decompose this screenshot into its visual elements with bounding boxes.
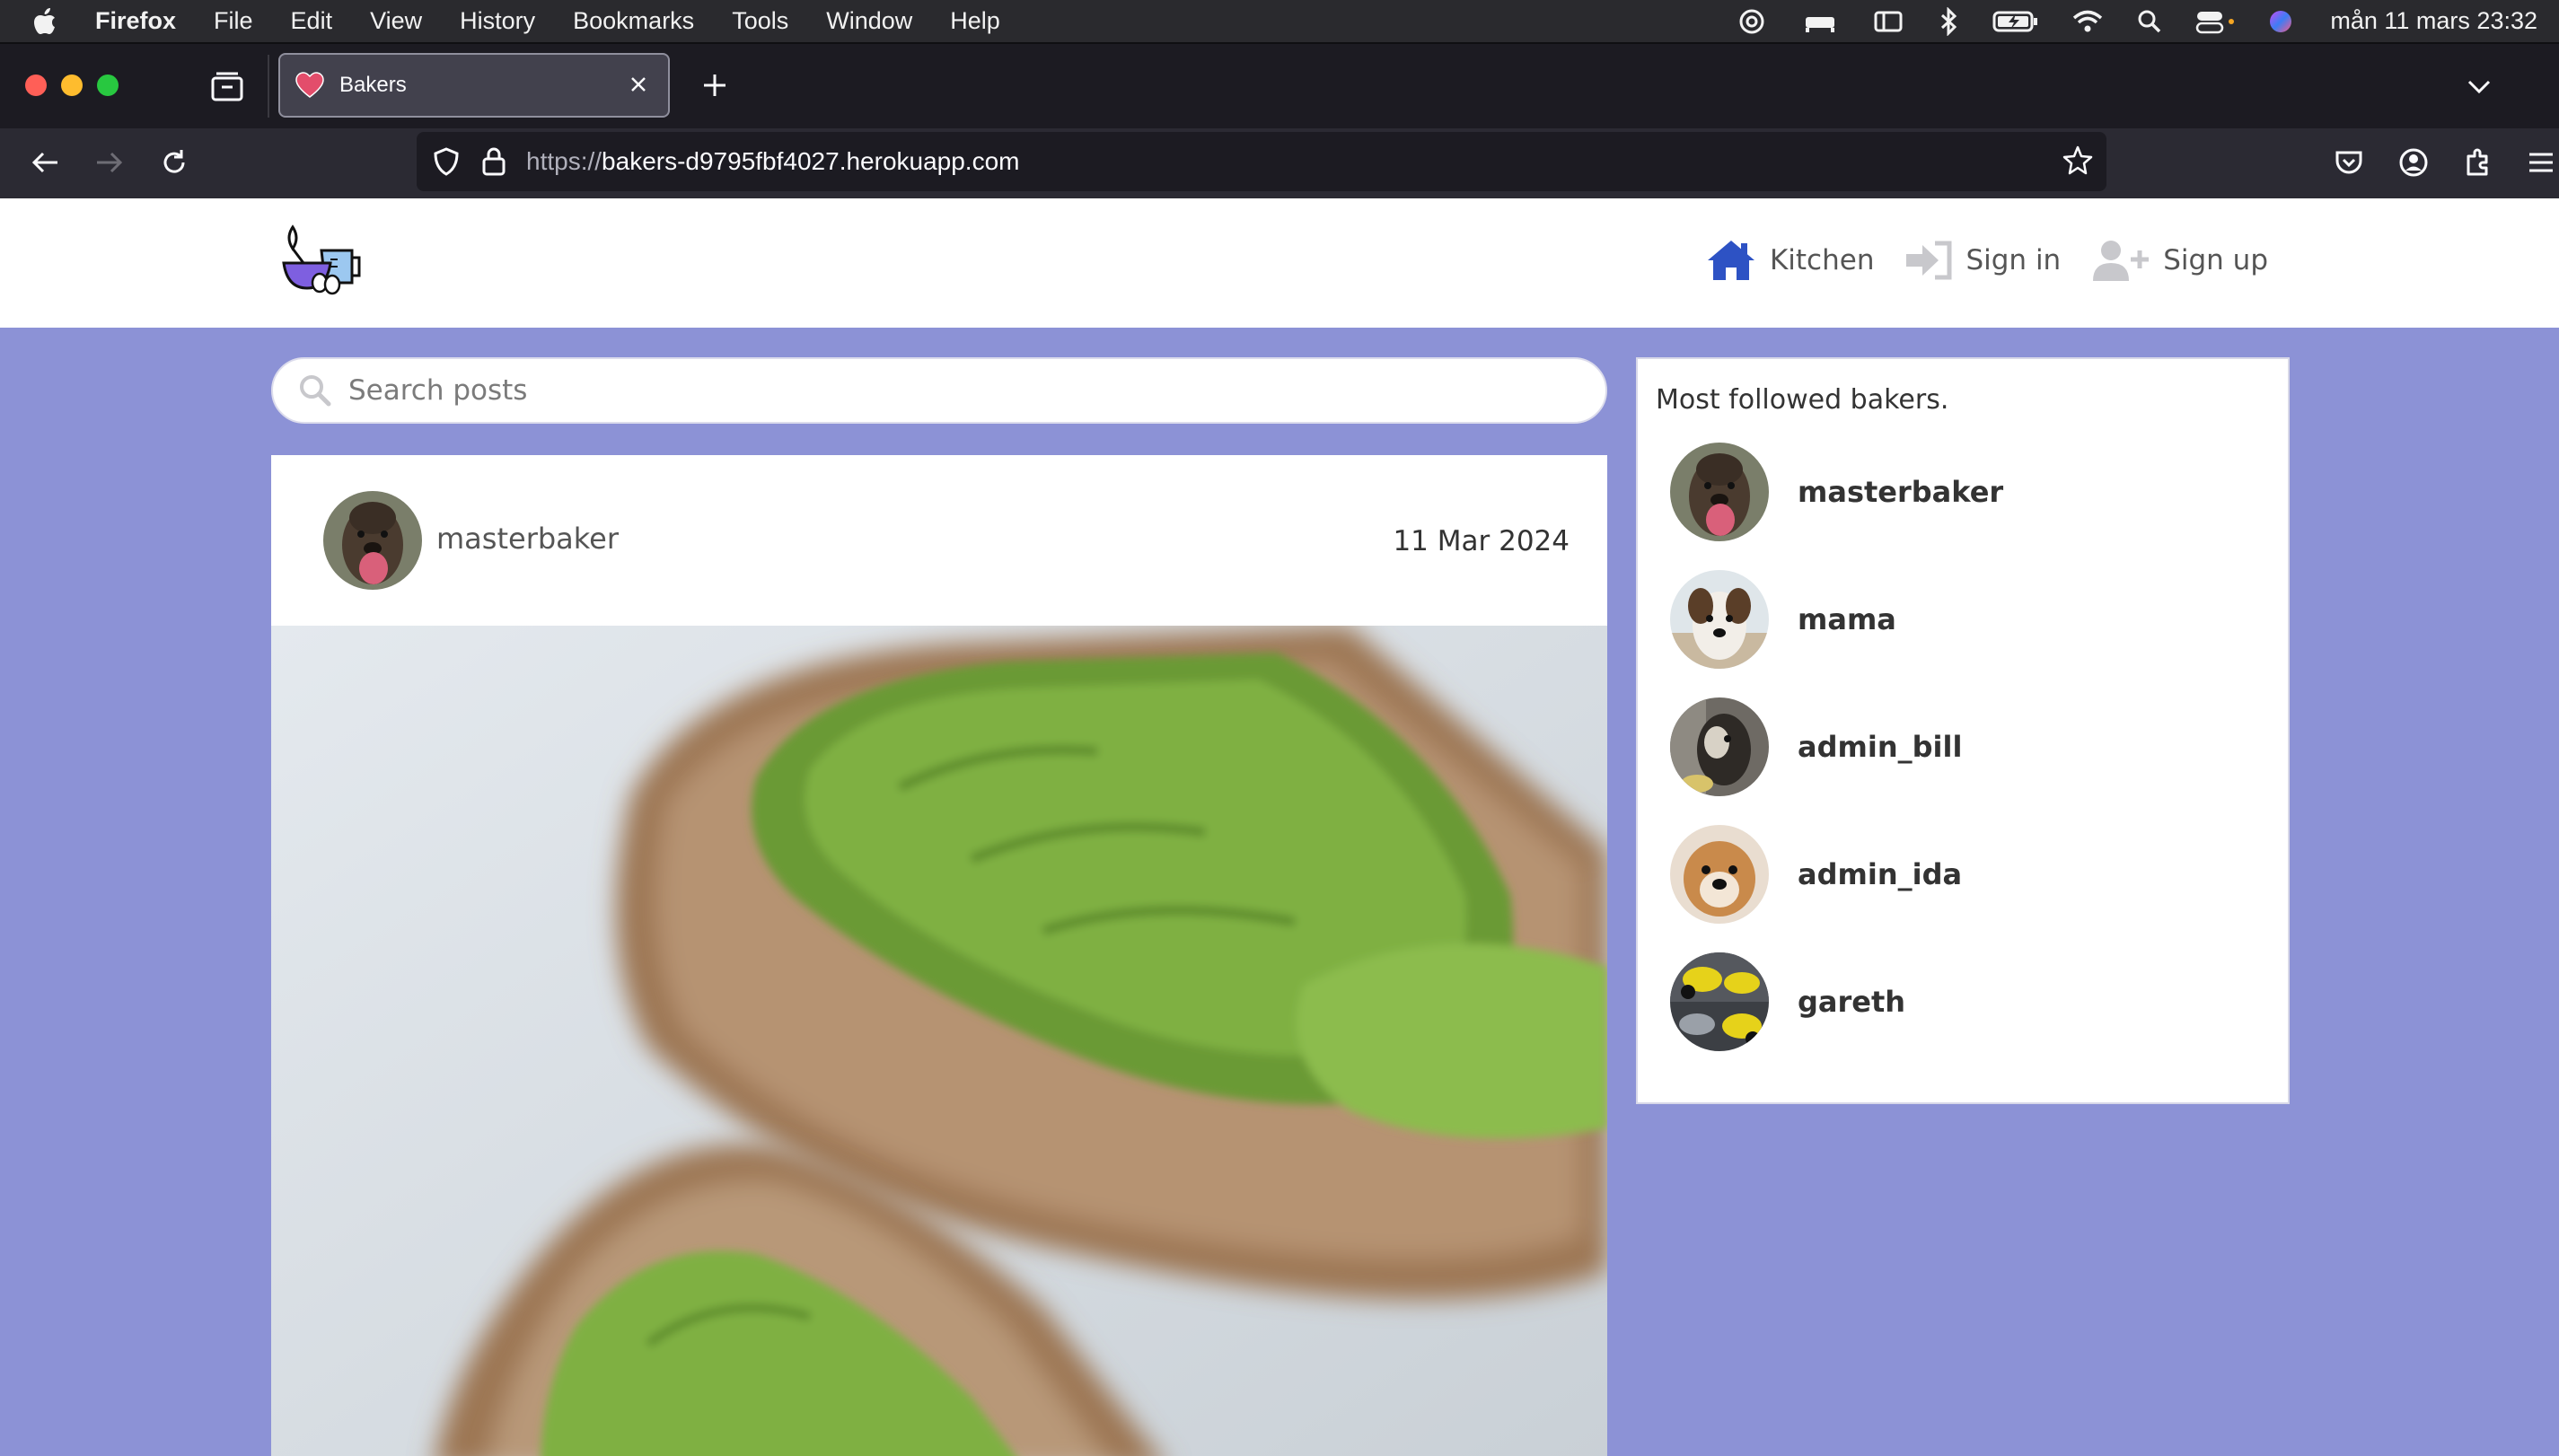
nav-sign-in-label: Sign in <box>1965 244 2062 276</box>
forward-button[interactable] <box>92 145 128 180</box>
account-button[interactable] <box>2396 145 2431 180</box>
baker-name: admin_bill <box>1798 730 1963 764</box>
url-host: bakers-d9795fbf4027.herokuapp.com <box>602 147 1020 175</box>
window-zoom-button[interactable] <box>97 75 119 96</box>
macos-menu-bar: Firefox File Edit View History Bookmarks… <box>0 0 2559 42</box>
wifi-icon[interactable] <box>2071 8 2104 35</box>
add-user-icon <box>2093 241 2150 281</box>
nav-sign-up-link[interactable]: Sign up <box>2091 238 2268 283</box>
baker-avatar-admin-bill <box>1670 697 1769 796</box>
baker-name: mama <box>1798 602 1896 636</box>
control-center-icon[interactable] <box>2195 8 2235 35</box>
account-icon <box>2399 148 2428 177</box>
tab-title: Bakers <box>339 73 407 97</box>
baker-item-admin-ida[interactable]: admin_ida <box>1670 824 2263 925</box>
menu-bookmarks[interactable]: Bookmarks <box>573 7 694 35</box>
most-followed-panel: Most followed bakers. masterbaker mama a… <box>1636 357 2290 1104</box>
sign-in-icon <box>1906 241 1952 280</box>
puzzle-extensions-icon <box>2467 148 2488 176</box>
battery-icon[interactable] <box>1992 8 2039 35</box>
extensions-button[interactable] <box>2460 145 2496 180</box>
menu-clock[interactable]: mån 11 mars 23:32 <box>2330 7 2537 35</box>
nav-kitchen-link[interactable]: Kitchen <box>1705 238 1875 283</box>
baker-avatar-mama <box>1670 570 1769 669</box>
menu-window[interactable]: Window <box>826 7 912 35</box>
baker-name: gareth <box>1798 985 1906 1019</box>
menu-history[interactable]: History <box>460 7 535 35</box>
post-image[interactable] <box>271 626 1607 1456</box>
menu-help[interactable]: Help <box>950 7 1000 35</box>
window-minimize-button[interactable] <box>61 75 83 96</box>
sidebar-icon[interactable] <box>1870 8 1906 35</box>
menu-tools[interactable]: Tools <box>732 7 788 35</box>
creative-cloud-icon[interactable] <box>1734 8 1770 35</box>
reload-button[interactable] <box>156 145 192 180</box>
site-header: Kitchen Sign in Sign up <box>0 198 2559 328</box>
baker-avatar-masterbaker <box>1670 443 1769 541</box>
tab-bakers[interactable]: Bakers <box>278 53 670 118</box>
baker-name: masterbaker <box>1798 475 2004 509</box>
browser-tab-strip: Bakers <box>0 42 2559 128</box>
baker-avatar-gareth <box>1670 952 1769 1051</box>
post-author-name[interactable]: masterbaker <box>436 522 619 556</box>
baker-name: admin_ida <box>1798 857 1963 891</box>
siri-icon[interactable] <box>2267 8 2294 35</box>
heart-favicon-icon <box>295 72 324 98</box>
search-icon <box>300 375 331 407</box>
menu-app-name[interactable]: Firefox <box>95 7 176 35</box>
baker-item-gareth[interactable]: gareth <box>1670 952 2263 1052</box>
window-close-button[interactable] <box>25 75 47 96</box>
close-tab-icon[interactable] <box>625 71 652 98</box>
nav-sign-up-label: Sign up <box>2163 244 2268 276</box>
tab-separator <box>268 55 269 118</box>
browser-nav-bar: https://bakers-d9795fbf4027.herokuapp.co… <box>0 128 2559 198</box>
search-bar <box>271 357 1607 424</box>
url-scheme: https:// <box>526 147 602 175</box>
app-menu-button[interactable] <box>2523 145 2559 180</box>
menu-edit[interactable]: Edit <box>291 7 333 35</box>
list-all-tabs-icon[interactable] <box>2464 71 2494 101</box>
bed-icon[interactable] <box>1802 8 1838 35</box>
new-tab-icon[interactable] <box>699 69 731 101</box>
nav-kitchen-label: Kitchen <box>1769 244 1875 276</box>
bookmark-star-icon[interactable] <box>2062 145 2094 177</box>
menu-view[interactable]: View <box>370 7 422 35</box>
baker-item-masterbaker[interactable]: masterbaker <box>1670 442 2263 542</box>
most-followed-title: Most followed bakers. <box>1656 384 1949 416</box>
back-button[interactable] <box>27 145 63 180</box>
baker-item-admin-bill[interactable]: admin_bill <box>1670 697 2263 797</box>
menu-file[interactable]: File <box>214 7 253 35</box>
baker-item-mama[interactable]: mama <box>1670 569 2263 670</box>
pocket-button[interactable] <box>2331 145 2367 180</box>
firefox-view-icon[interactable] <box>210 71 244 101</box>
apple-icon[interactable] <box>32 7 68 36</box>
back-arrow-icon <box>31 152 57 173</box>
hamburger-menu-icon <box>2529 153 2553 172</box>
site-navigation: Kitchen Sign in Sign up <box>1705 238 2268 283</box>
status-icons: mån 11 mars 23:32 <box>1734 0 2537 42</box>
pocket-icon <box>2335 151 2362 174</box>
bluetooth-icon[interactable] <box>1939 6 1960 36</box>
url-bar[interactable]: https://bakers-d9795fbf4027.herokuapp.co… <box>417 132 2106 191</box>
post-date: 11 Mar 2024 <box>1393 525 1570 557</box>
nav-sign-in-link[interactable]: Sign in <box>1904 240 2061 281</box>
lock-icon[interactable] <box>481 146 506 177</box>
post-card: masterbaker 11 Mar 2024 <box>271 455 1607 1456</box>
post-header: masterbaker 11 Mar 2024 <box>271 455 1607 626</box>
tracking-protection-shield-icon[interactable] <box>433 146 460 177</box>
reload-icon <box>163 150 185 173</box>
spotlight-search-icon[interactable] <box>2136 8 2163 35</box>
post-author-avatar[interactable] <box>323 491 422 590</box>
search-posts-input[interactable] <box>348 374 1516 407</box>
bakers-logo-icon[interactable] <box>280 224 366 297</box>
forward-arrow-icon <box>97 152 123 173</box>
home-icon <box>1707 241 1754 280</box>
baker-avatar-admin-ida <box>1670 825 1769 924</box>
web-page: Kitchen Sign in Sign up masterbaker 11 M… <box>0 198 2559 1456</box>
